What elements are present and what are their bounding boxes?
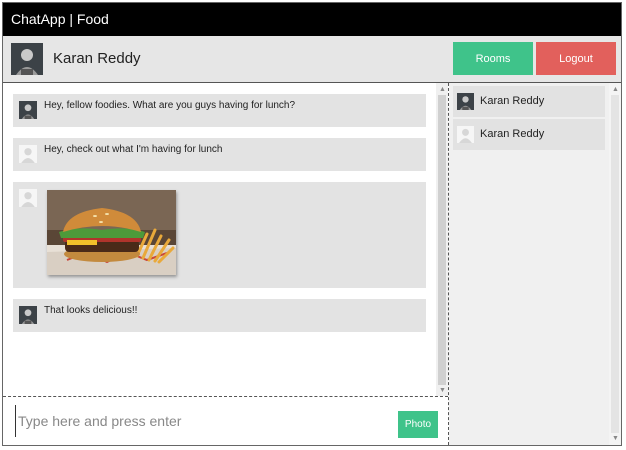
user-dark-avatar-icon — [11, 43, 43, 75]
message-item: Hey, check out what I'm having for lunch — [13, 138, 426, 171]
message-composer: Photo — [3, 397, 448, 445]
message-item: That looks delicious!! — [13, 299, 426, 332]
current-user-name: Karan Reddy — [53, 50, 141, 67]
app-title-bar: ChatApp | Food — [3, 3, 621, 36]
message-item — [13, 182, 426, 288]
scroll-down-arrow-icon[interactable]: ▼ — [439, 387, 446, 394]
scroll-up-arrow-icon[interactable]: ▲ — [612, 86, 619, 93]
rooms-button[interactable]: Rooms — [453, 42, 533, 75]
message-text: Hey, fellow foodies. What are you guys h… — [44, 100, 296, 111]
user-default-avatar-icon — [19, 145, 37, 163]
message-list[interactable]: Hey, fellow foodies. What are you guys h… — [3, 83, 448, 397]
user-dark-avatar-icon — [19, 101, 37, 119]
chat-app-window: ChatApp | Food Karan Reddy Rooms Logout … — [2, 2, 622, 446]
scroll-down-arrow-icon[interactable]: ▼ — [612, 435, 619, 442]
burger-and-fries-photo[interactable] — [47, 190, 176, 275]
scrollbar-thumb[interactable] — [438, 95, 446, 385]
user-dark-avatar-icon — [19, 306, 37, 324]
message-item: Hey, fellow foodies. What are you guys h… — [13, 94, 426, 127]
user-header: Karan Reddy Rooms Logout — [3, 36, 621, 83]
user-list-name: Karan Reddy — [480, 128, 545, 140]
message-text: Hey, check out what I'm having for lunch — [44, 144, 223, 155]
message-text: That looks delicious!! — [44, 305, 138, 316]
user-list-name: Karan Reddy — [480, 95, 545, 107]
scrollbar-thumb[interactable] — [611, 95, 619, 433]
user-default-avatar-icon — [19, 189, 37, 207]
message-list-scrollbar[interactable]: ▲ ▼ — [436, 83, 448, 396]
logout-button[interactable]: Logout — [536, 42, 616, 75]
photo-button[interactable]: Photo — [398, 411, 438, 438]
message-input[interactable] — [15, 405, 390, 437]
user-list-scrollbar[interactable]: ▲ ▼ — [609, 83, 621, 445]
user-list-item[interactable]: Karan Reddy — [453, 119, 605, 150]
online-users-panel: Karan Reddy Karan Reddy ▲ ▼ — [449, 83, 621, 445]
app-title: ChatApp | Food — [11, 11, 109, 27]
user-default-avatar-icon — [457, 125, 474, 144]
user-dark-avatar-icon — [457, 92, 474, 111]
scroll-up-arrow-icon[interactable]: ▲ — [439, 86, 446, 93]
user-list-item[interactable]: Karan Reddy — [453, 86, 605, 117]
